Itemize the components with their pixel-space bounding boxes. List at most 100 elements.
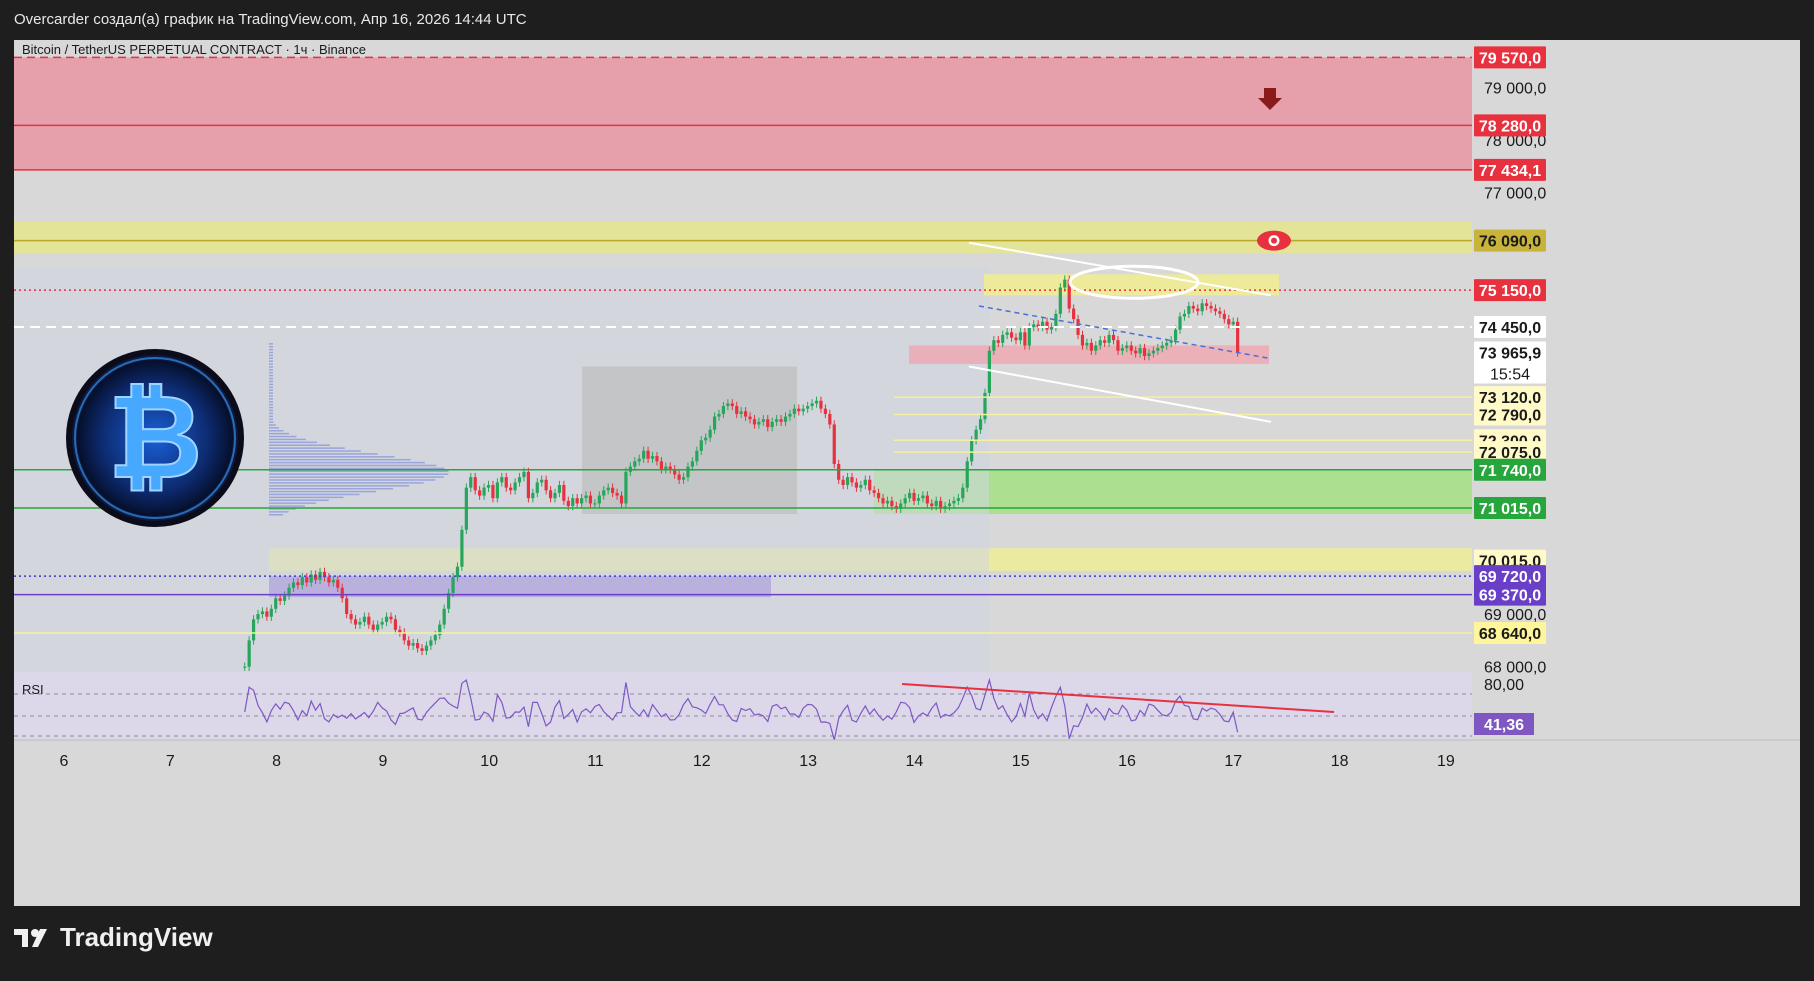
candle-body[interactable] <box>433 635 437 641</box>
candle-body[interactable] <box>735 406 739 414</box>
candle-body[interactable] <box>500 477 504 483</box>
candle-body[interactable] <box>801 408 805 412</box>
price-axis-label[interactable]: 71 740,0 <box>1474 458 1546 481</box>
zone-resistance-small[interactable] <box>984 274 1279 296</box>
candle-body[interactable] <box>1156 348 1160 351</box>
candle-body[interactable] <box>300 577 304 586</box>
candle-body[interactable] <box>841 479 845 486</box>
zone-resistance[interactable] <box>14 221 1472 254</box>
price-axis-label[interactable]: 69 370,0 <box>1474 583 1546 606</box>
candle-body[interactable] <box>451 577 455 593</box>
candle-body[interactable] <box>380 621 384 625</box>
candle-body[interactable] <box>633 461 637 467</box>
candle-body[interactable] <box>730 403 734 407</box>
candle-body[interactable] <box>1018 332 1023 341</box>
candle-body[interactable] <box>1205 303 1209 306</box>
candle-body[interactable] <box>1227 319 1231 325</box>
candle-body[interactable] <box>992 340 996 351</box>
candle-body[interactable] <box>579 498 584 504</box>
candle-body[interactable] <box>974 429 978 441</box>
candle-body[interactable] <box>965 461 969 488</box>
candle-body[interactable] <box>850 477 854 483</box>
candle-body[interactable] <box>584 495 588 499</box>
candle-body[interactable] <box>407 640 411 646</box>
candle-body[interactable] <box>1072 308 1076 320</box>
candle-body[interactable] <box>681 477 686 480</box>
candle-body[interactable] <box>478 490 482 496</box>
candle-body[interactable] <box>806 406 810 409</box>
candle-body[interactable] <box>952 500 956 504</box>
candle-body[interactable] <box>1107 334 1111 343</box>
candle-body[interactable] <box>1045 321 1049 330</box>
candle-body[interactable] <box>761 419 765 422</box>
candle-body[interactable] <box>1001 334 1005 343</box>
candle-body[interactable] <box>571 498 575 507</box>
candle-body[interactable] <box>748 416 752 420</box>
candle-body[interactable] <box>602 490 606 496</box>
candle-body[interactable] <box>1032 324 1036 328</box>
candle-body[interactable] <box>553 492 557 499</box>
price-axis-label[interactable]: 75 150,0 <box>1474 279 1546 302</box>
candle-body[interactable] <box>1080 334 1085 346</box>
candle-body[interactable] <box>597 495 601 504</box>
candle-body[interactable] <box>336 579 340 588</box>
candle-body[interactable] <box>1014 337 1018 341</box>
candle-body[interactable] <box>717 413 721 417</box>
candle-body[interactable] <box>646 450 650 459</box>
candle-body[interactable] <box>548 490 553 499</box>
candle-body[interactable] <box>885 500 890 504</box>
candle-body[interactable] <box>912 492 916 501</box>
candle-body[interactable] <box>393 619 398 630</box>
candle-body[interactable] <box>970 440 974 462</box>
candle-body[interactable] <box>1187 305 1191 314</box>
candle-body[interactable] <box>278 598 282 601</box>
candle-body[interactable] <box>708 429 712 438</box>
candle-body[interactable] <box>619 495 624 504</box>
candle-body[interactable] <box>274 598 278 609</box>
candle-body[interactable] <box>562 485 566 501</box>
candle-body[interactable] <box>1009 332 1014 338</box>
candle-body[interactable] <box>987 350 992 393</box>
candle-body[interactable] <box>575 498 579 504</box>
candle-body[interactable] <box>1200 303 1204 312</box>
candle-body[interactable] <box>291 582 296 588</box>
candle-body[interactable] <box>491 485 495 499</box>
price-axis-label[interactable]: 73 965,9 <box>1474 341 1546 364</box>
candle-body[interactable] <box>1005 332 1009 335</box>
candle-body[interactable] <box>420 648 424 651</box>
candle-body[interactable] <box>269 608 273 617</box>
candle-body[interactable] <box>1151 350 1156 354</box>
price-axis-label[interactable]: 68 640,0 <box>1474 622 1546 645</box>
candle-body[interactable] <box>1063 279 1067 288</box>
candle-body[interactable] <box>637 458 641 462</box>
candle-body[interactable] <box>726 403 730 407</box>
candle-body[interactable] <box>411 643 415 646</box>
price-axis-label[interactable]: 71 015,0 <box>1474 496 1546 519</box>
candle-body[interactable] <box>642 450 646 459</box>
candle-body[interactable] <box>810 403 814 407</box>
candle-body[interactable] <box>903 498 907 504</box>
candle-body[interactable] <box>398 629 402 633</box>
candle-body[interactable] <box>1049 327 1054 330</box>
candle-body[interactable] <box>1173 329 1178 341</box>
candle-body[interactable] <box>260 611 265 615</box>
candle-body[interactable] <box>531 492 535 499</box>
candle-body[interactable] <box>1023 332 1027 346</box>
candle-body[interactable] <box>1142 348 1147 356</box>
candle-body[interactable] <box>517 477 522 483</box>
candle-body[interactable] <box>925 495 929 504</box>
candle-body[interactable] <box>615 492 619 496</box>
candle-body[interactable] <box>482 487 486 496</box>
candle-body[interactable] <box>792 408 796 414</box>
chart-frame[interactable]: 6 7 8 9 10 11 12 13 14 15 16 17 18 19 79 000,0 78 000,0… <box>14 40 1800 906</box>
candle-body[interactable] <box>509 487 513 491</box>
zone-order-block[interactable] <box>909 345 1269 364</box>
candle-body[interactable] <box>837 463 841 480</box>
candle-body[interactable] <box>353 619 358 625</box>
candle-body[interactable] <box>1213 308 1218 312</box>
price-axis-label[interactable]: 76 090,0 <box>1474 229 1546 252</box>
consolidation-box[interactable] <box>582 366 797 514</box>
candle-body[interactable] <box>606 487 610 491</box>
candle-body[interactable] <box>495 482 499 499</box>
candle-body[interactable] <box>934 500 938 507</box>
